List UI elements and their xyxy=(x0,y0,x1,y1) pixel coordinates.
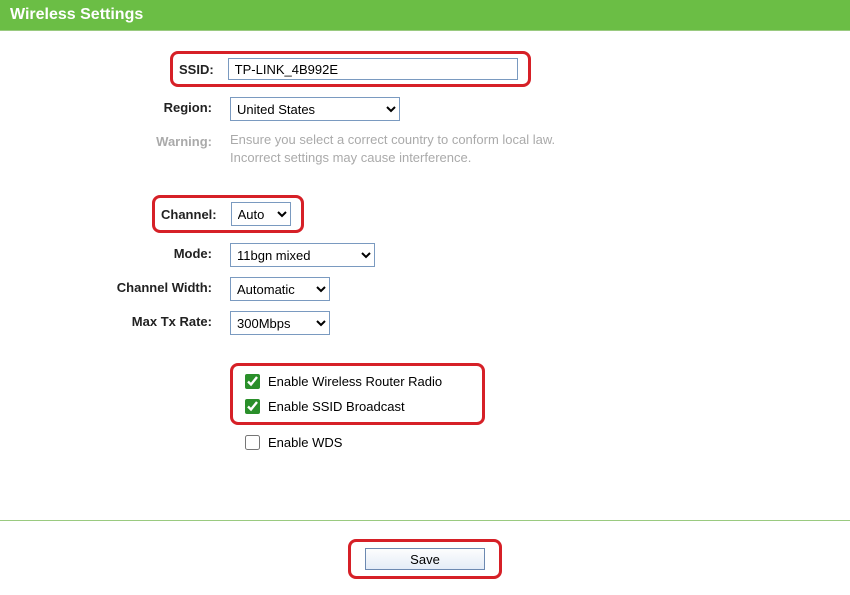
channel-select[interactable]: Auto xyxy=(231,202,291,226)
divider xyxy=(0,520,850,521)
enable-ssid-checkbox[interactable] xyxy=(245,399,260,414)
mode-label: Mode: xyxy=(0,243,230,261)
enable-wds-label: Enable WDS xyxy=(268,435,342,450)
channel-highlight: Channel: Auto xyxy=(152,195,304,233)
channel-width-select[interactable]: Automatic xyxy=(230,277,330,301)
max-tx-select[interactable]: 300Mbps xyxy=(230,311,330,335)
enable-radio-checkbox[interactable] xyxy=(245,374,260,389)
ssid-label: SSID: xyxy=(179,62,228,77)
warning-line2: Incorrect settings may cause interferenc… xyxy=(230,150,471,165)
warning-text: Ensure you select a correct country to c… xyxy=(230,131,555,167)
warning-label: Warning: xyxy=(0,131,230,149)
channel-label: Channel: xyxy=(161,207,231,222)
settings-form: SSID: Region: United States Warning: Ens… xyxy=(0,31,850,500)
mode-select[interactable]: 11bgn mixed xyxy=(230,243,375,267)
save-button[interactable]: Save xyxy=(365,548,485,570)
enable-ssid-label: Enable SSID Broadcast xyxy=(268,399,405,414)
channel-width-label: Channel Width: xyxy=(0,277,230,295)
ssid-input[interactable] xyxy=(228,58,518,80)
page-title: Wireless Settings xyxy=(0,0,850,30)
checkbox-highlight: Enable Wireless Router Radio Enable SSID… xyxy=(230,363,485,425)
region-select[interactable]: United States xyxy=(230,97,400,121)
enable-wds-checkbox[interactable] xyxy=(245,435,260,450)
warning-line1: Ensure you select a correct country to c… xyxy=(230,132,555,147)
enable-radio-label: Enable Wireless Router Radio xyxy=(268,374,442,389)
save-area: Save xyxy=(0,533,850,595)
ssid-highlight: SSID: xyxy=(170,51,531,87)
max-tx-label: Max Tx Rate: xyxy=(0,311,230,329)
region-label: Region: xyxy=(0,97,230,115)
save-highlight: Save xyxy=(348,539,502,579)
